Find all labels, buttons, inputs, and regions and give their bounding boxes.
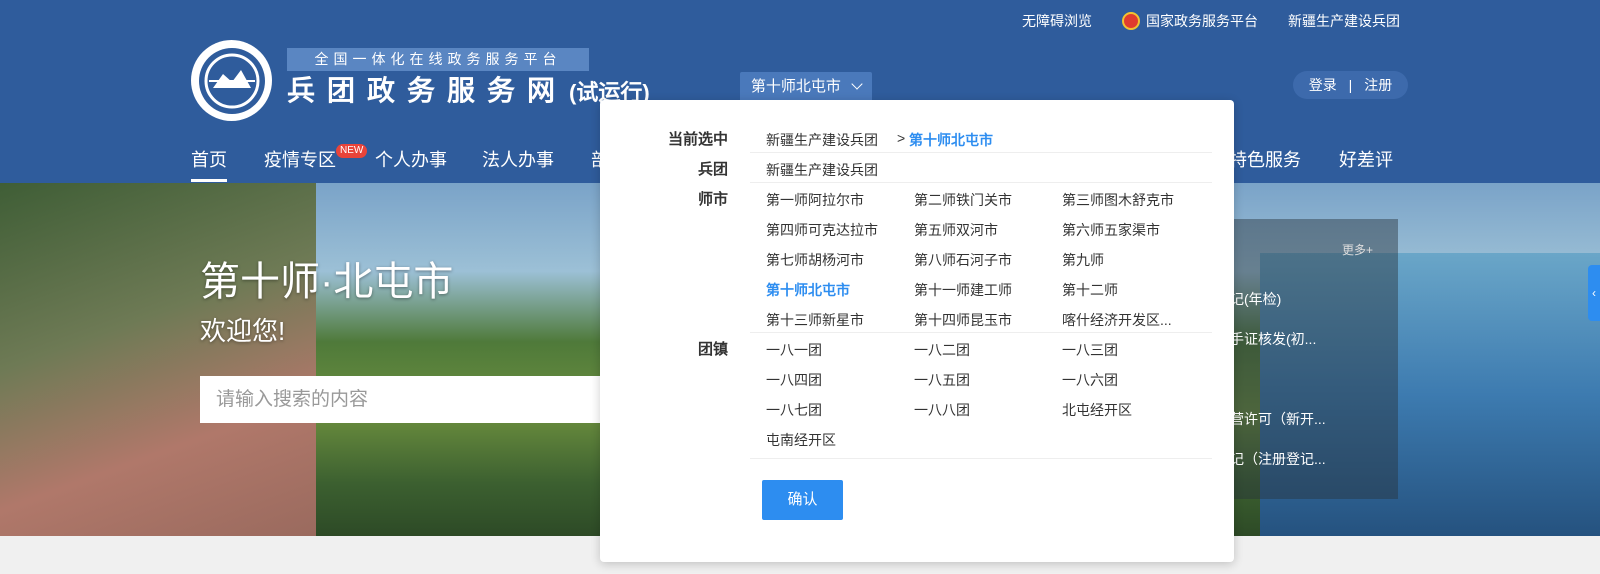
town-item[interactable]: 一八三团 [1062,340,1118,360]
city-item[interactable]: 第十二师 [1062,280,1118,300]
corps-item[interactable]: 新疆生产建设兵团 [766,160,878,180]
city-dropdown: 当前选中 新疆生产建设兵团 > 第十师北屯市 兵团 新疆生产建设兵团 师市 第一… [600,100,1234,562]
hero-subtitle: 欢迎您! [200,316,286,346]
divider [750,152,1212,153]
city-item[interactable]: 第九师 [1062,250,1104,270]
service-item[interactable]: 手证核发(初... [1230,329,1316,349]
city-item[interactable]: 第五师双河市 [914,220,998,240]
city-item[interactable]: 第四师可克达拉市 [766,220,878,240]
register-link[interactable]: 注册 [1364,77,1392,93]
nav-evaluation[interactable]: 好差评 [1339,146,1393,172]
platform-slogan: 全国一体化在线政务服务平台 [287,48,589,71]
nav-legal[interactable]: 法人办事 [482,146,554,172]
town-item[interactable]: 一八六团 [1062,370,1118,390]
city-item[interactable]: 第八师石河子市 [914,250,1012,270]
more-link[interactable]: 更多+ [1342,241,1373,258]
town-item[interactable]: 一八七团 [766,400,822,420]
town-item[interactable]: 一八一团 [766,340,822,360]
chevron-left-icon: ‹ [1592,286,1596,300]
site-logo[interactable] [191,40,272,121]
current-label: 当前选中 [667,131,728,148]
confirm-button[interactable]: 确认 [762,480,843,520]
national-platform-label: 国家政务服务平台 [1146,13,1258,29]
service-item[interactable]: 营许可（新开... [1230,409,1326,429]
town-item[interactable]: 屯南经开区 [766,430,836,450]
divider [750,332,1212,333]
service-item[interactable]: 记(年检) [1230,289,1281,309]
corps-link[interactable]: 新疆生产建设兵团 [1288,11,1400,31]
town-item[interactable]: 北屯经开区 [1062,400,1132,420]
city-item[interactable]: 第十三师新星市 [766,310,864,330]
logo-emblem-icon [198,47,265,114]
service-item[interactable]: 记（注册登记... [1230,449,1326,469]
city-item[interactable]: 第六师五家渠市 [1062,220,1160,240]
national-emblem-icon [1122,12,1140,30]
city-selector-label: 第十师北屯市 [750,78,841,95]
divider [750,182,1212,183]
city-item-selected[interactable]: 第十师北屯市 [766,280,850,300]
town-item[interactable]: 一八四团 [766,370,822,390]
site-name-text: 兵团政务服务网 [287,75,568,106]
corps-label: 兵团 [697,161,728,178]
nav-featured[interactable]: 特色服务 [1229,146,1301,172]
current-path-separator: > [897,130,906,146]
city-item[interactable]: 第七师胡杨河市 [766,250,864,270]
hero-rock-image [0,183,316,536]
chevron-down-icon [851,78,863,90]
divider [750,458,1212,459]
accessible-browse-link[interactable]: 无障碍浏览 [1022,11,1092,31]
city-item[interactable]: 喀什经济开发区... [1062,310,1172,330]
top-links: 无障碍浏览 国家政务服务平台 新疆生产建设兵团 [1022,11,1430,31]
nav-epidemic-label: 疫情专区 [264,150,336,170]
current-path-city[interactable]: 第十师北屯市 [909,130,993,150]
site-name: 兵团政务服务网(试运行) [287,74,650,110]
city-item[interactable]: 第十一师建工师 [914,280,1012,300]
hero-title: 第十师·北屯市 [200,260,454,304]
login-separator: | [1348,77,1353,93]
search-input[interactable]: 请输入搜索的内容 [200,376,620,423]
city-item[interactable]: 第三师图木舒克市 [1062,190,1174,210]
city-item[interactable]: 第二师铁门关市 [914,190,1012,210]
nav-home[interactable]: 首页 [191,146,227,182]
current-path-corps[interactable]: 新疆生产建设兵团 [766,130,878,150]
side-panel-toggle[interactable]: ‹ [1588,265,1600,321]
city-selector[interactable]: 第十师北屯市 [740,72,872,102]
city-item[interactable]: 第十四师昆玉市 [914,310,1012,330]
city-item[interactable]: 第一师阿拉尔市 [766,190,864,210]
city-label: 师市 [697,191,728,208]
town-item[interactable]: 一八八团 [914,400,970,420]
national-platform-link[interactable]: 国家政务服务平台 [1122,11,1258,31]
new-badge: NEW [336,144,368,158]
login-register-box: 登录 | 注册 [1293,71,1408,99]
hot-services-panel: 更多+ 记(年检) 手证核发(初... 营许可（新开... 记（注册登记... [1230,219,1398,499]
nav-epidemic[interactable]: 疫情专区 NEW [264,144,368,172]
login-link[interactable]: 登录 [1309,77,1337,93]
nav-personal[interactable]: 个人办事 [375,146,447,172]
town-item[interactable]: 一八五团 [914,370,970,390]
town-label: 团镇 [697,341,728,358]
town-item[interactable]: 一八二团 [914,340,970,360]
